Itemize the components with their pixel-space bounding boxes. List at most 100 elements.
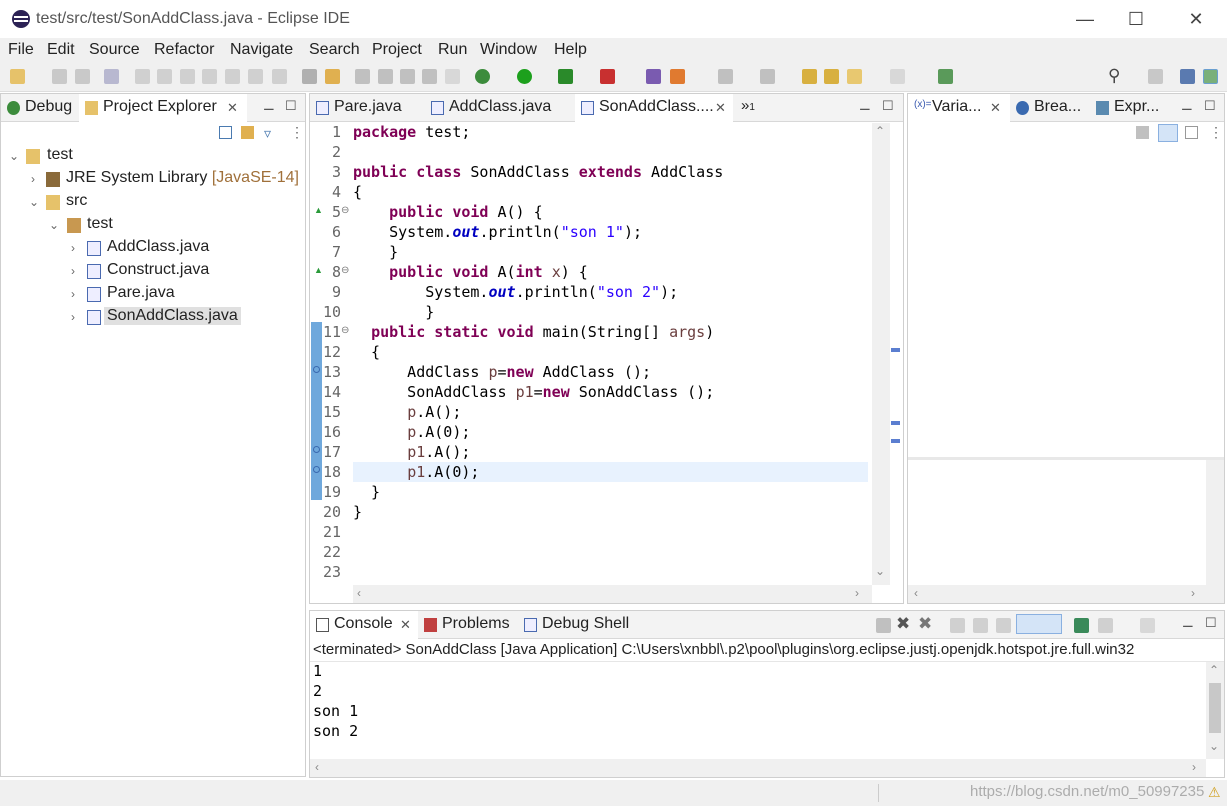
scroll-down-icon[interactable]: ⌄ xyxy=(1209,739,1219,753)
scroll-lock-icon[interactable] xyxy=(973,618,988,633)
tab-expressions[interactable]: Expr... xyxy=(1090,94,1165,122)
menu-run[interactable]: Run xyxy=(438,41,467,59)
close-button[interactable]: ✕ xyxy=(1176,6,1216,32)
fold-toggle-icon[interactable]: ⊖ xyxy=(341,265,349,276)
code-line[interactable]: p.A(); xyxy=(353,403,461,421)
external-tools-icon[interactable] xyxy=(600,69,615,84)
minimize-view-icon[interactable]: ⚊ xyxy=(1182,615,1194,631)
detail-vertical-scrollbar[interactable] xyxy=(1206,460,1224,585)
show-logical-structure-icon[interactable] xyxy=(1158,124,1178,142)
pin-console-icon[interactable] xyxy=(1074,618,1089,633)
code-line[interactable]: public static void main(String[] args) xyxy=(353,323,714,341)
tab-project-explorer[interactable]: Project Explorer ✕ xyxy=(79,94,247,122)
step-return-icon[interactable] xyxy=(272,69,287,84)
close-tab-icon[interactable]: ✕ xyxy=(715,100,726,116)
menu-edit[interactable]: Edit xyxy=(47,41,75,59)
chevron-right-icon[interactable]: › xyxy=(71,241,75,255)
code-line[interactable]: } xyxy=(353,243,398,261)
tab-breakpoints[interactable]: Brea... xyxy=(1010,94,1087,122)
code-line[interactable]: p1.A(0); xyxy=(353,463,479,481)
forward-edit-icon[interactable] xyxy=(824,69,839,84)
tab-variables[interactable]: (x)= Varia... ✕ xyxy=(908,94,1010,122)
new-class-icon[interactable] xyxy=(670,69,685,84)
scroll-down-icon[interactable]: ⌄ xyxy=(875,564,885,578)
word-wrap-icon[interactable] xyxy=(422,69,437,84)
chevron-down-icon[interactable]: ⌄ xyxy=(49,218,59,232)
code-line[interactable]: p.A(0); xyxy=(353,423,470,441)
edit-icon[interactable] xyxy=(378,69,393,84)
maximize-view-icon[interactable]: ☐ xyxy=(1204,98,1216,114)
tree-item-jre-library[interactable]: › JRE System Library [JavaSE-14] xyxy=(1,169,301,191)
close-tab-icon[interactable]: ✕ xyxy=(227,100,238,116)
tab-addclass-java[interactable]: AddClass.java xyxy=(425,94,557,122)
search-icon[interactable]: ⚲ xyxy=(1108,66,1120,86)
code-line[interactable]: public class SonAddClass extends AddClas… xyxy=(353,163,723,181)
chevron-down-icon[interactable]: ⌄ xyxy=(29,195,39,209)
last-edit-location-icon[interactable] xyxy=(802,69,817,84)
save-all-icon[interactable] xyxy=(75,69,90,84)
use-step-filters-icon[interactable] xyxy=(325,69,340,84)
tree-item-src[interactable]: ⌄ src xyxy=(1,192,301,214)
remove-all-terminated-icon[interactable]: ✖ xyxy=(918,614,932,634)
code-line[interactable]: } xyxy=(353,303,434,321)
editor-vertical-scrollbar[interactable] xyxy=(872,123,890,585)
code-line[interactable]: } xyxy=(353,503,362,521)
next-annotation-icon[interactable] xyxy=(718,69,733,84)
open-perspective-icon[interactable] xyxy=(1148,69,1163,84)
notification-icon[interactable]: ⚠ xyxy=(1208,784,1221,801)
drop-to-frame-icon[interactable] xyxy=(302,69,317,84)
maximize-editor-icon[interactable]: ☐ xyxy=(882,98,894,114)
coverage-icon[interactable] xyxy=(558,69,573,84)
menu-search[interactable]: Search xyxy=(309,41,360,59)
fold-toggle-icon[interactable]: ⊖ xyxy=(341,205,349,216)
tree-item-addclass[interactable]: › AddClass.java xyxy=(1,238,301,260)
maximize-view-icon[interactable]: ☐ xyxy=(285,98,297,114)
menu-refactor[interactable]: Refactor xyxy=(154,41,214,59)
scroll-right-icon[interactable]: › xyxy=(1191,586,1195,600)
link-with-editor-icon[interactable] xyxy=(241,126,254,139)
scroll-right-icon[interactable]: › xyxy=(855,586,859,600)
new-icon[interactable] xyxy=(10,69,25,84)
close-tab-icon[interactable]: ✕ xyxy=(400,617,411,633)
new-java-project-icon[interactable] xyxy=(646,69,661,84)
java-perspective-icon[interactable] xyxy=(1180,69,1195,84)
fold-toggle-icon[interactable]: ⊖ xyxy=(341,325,349,336)
view-menu-icon[interactable]: ⋮ xyxy=(1209,124,1223,141)
maximize-button[interactable]: ☐ xyxy=(1116,6,1156,32)
tree-item-sonaddclass[interactable]: › SonAddClass.java xyxy=(1,307,301,329)
minimize-editor-icon[interactable]: ⚊ xyxy=(859,98,871,114)
show-type-names-icon[interactable] xyxy=(1136,126,1149,139)
code-line[interactable]: package test; xyxy=(353,123,470,141)
tab-console[interactable]: Console ✕ xyxy=(310,611,418,639)
menu-file[interactable]: File xyxy=(8,41,34,59)
show-console-toggle[interactable] xyxy=(1016,614,1062,634)
save-icon[interactable] xyxy=(52,69,67,84)
minimize-view-icon[interactable]: ⚊ xyxy=(1181,98,1193,114)
tab-overflow-button[interactable]: »1 xyxy=(741,97,755,114)
debug-perspective-icon[interactable] xyxy=(1203,69,1218,84)
toggle-mark-icon[interactable] xyxy=(355,69,370,84)
chevron-right-icon[interactable]: › xyxy=(31,172,35,186)
tree-item-pare[interactable]: › Pare.java xyxy=(1,284,301,306)
console-horizontal-scrollbar[interactable] xyxy=(310,759,1206,777)
forward-icon[interactable] xyxy=(890,69,905,84)
maximize-view-icon[interactable]: ☐ xyxy=(1205,615,1217,631)
scroll-left-icon[interactable]: ‹ xyxy=(315,760,319,774)
show-whitespace-icon[interactable] xyxy=(445,69,460,84)
chevron-right-icon[interactable]: › xyxy=(71,287,75,301)
step-into-icon[interactable] xyxy=(225,69,240,84)
terminate-icon[interactable] xyxy=(876,618,891,633)
breakpoint-icon[interactable] xyxy=(313,466,320,473)
open-console-icon[interactable] xyxy=(1140,618,1155,633)
detail-pane-divider[interactable] xyxy=(908,457,1224,460)
tab-debug[interactable]: Debug xyxy=(1,94,78,122)
clear-console-icon[interactable] xyxy=(950,618,965,633)
debug-icon[interactable] xyxy=(475,69,490,84)
block-selection-icon[interactable] xyxy=(400,69,415,84)
code-line[interactable]: p1.A(); xyxy=(353,443,470,461)
terminate-icon[interactable] xyxy=(180,69,195,84)
back-icon[interactable] xyxy=(847,69,862,84)
tab-problems[interactable]: Problems xyxy=(418,611,516,639)
tree-item-package-test[interactable]: ⌄ test xyxy=(1,215,301,237)
menu-window[interactable]: Window xyxy=(480,41,537,59)
